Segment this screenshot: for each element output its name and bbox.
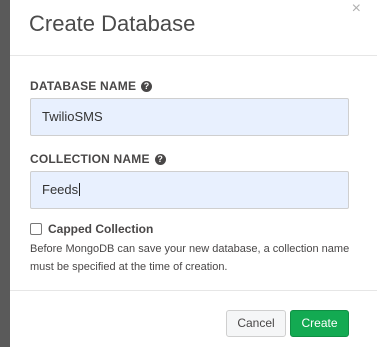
text-caret: [79, 183, 81, 196]
header-divider: [10, 55, 377, 56]
database-name-input[interactable]: TwilioSMS: [30, 98, 349, 136]
collection-name-value: Feeds: [42, 182, 79, 197]
capped-collection-row[interactable]: Capped Collection: [30, 222, 153, 236]
dialog-header: Create Database ×: [29, 0, 361, 37]
help-icon[interactable]: ?: [141, 80, 153, 92]
collection-name-label-text: COLLECTION NAME: [30, 152, 150, 166]
help-text: Before MongoDB can save your new databas…: [30, 243, 350, 273]
help-icon[interactable]: ?: [154, 153, 166, 165]
create-button[interactable]: Create: [290, 310, 349, 337]
cancel-button[interactable]: Cancel: [226, 310, 286, 337]
dialog-title: Create Database: [29, 11, 196, 36]
database-name-value: TwilioSMS: [42, 109, 103, 124]
database-name-label: DATABASE NAME ?: [30, 79, 153, 93]
database-name-label-text: DATABASE NAME: [30, 79, 137, 93]
collection-name-label: COLLECTION NAME ?: [30, 152, 166, 166]
close-icon[interactable]: ×: [352, 0, 361, 18]
capped-collection-checkbox[interactable]: [30, 223, 42, 235]
footer-divider: [10, 290, 377, 291]
collection-name-input[interactable]: Feeds: [30, 171, 349, 209]
capped-collection-label[interactable]: Capped Collection: [48, 222, 153, 236]
create-database-dialog: Create Database × DATABASE NAME ? Twilio…: [10, 0, 377, 347]
